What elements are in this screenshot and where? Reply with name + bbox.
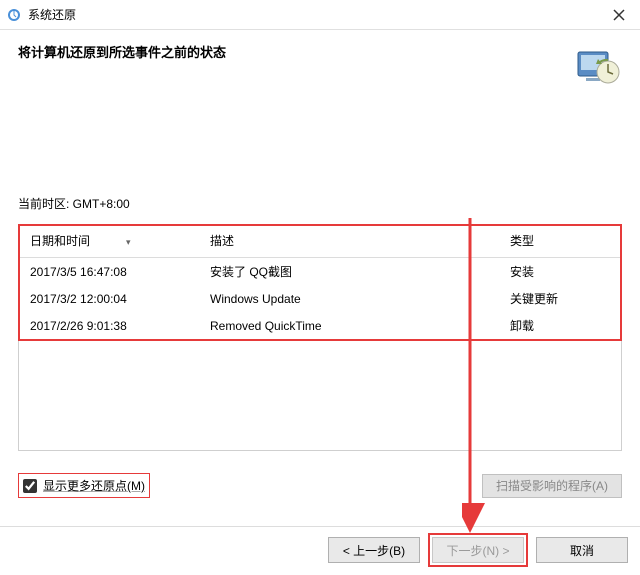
- back-button[interactable]: < 上一步(B): [328, 537, 420, 563]
- options-row: 显示更多还原点(M) 扫描受影响的程序(A): [18, 473, 622, 498]
- titlebar: 系统还原: [0, 0, 640, 30]
- timezone-label: 当前时区: GMT+8:00: [18, 195, 622, 212]
- table-row[interactable]: 2017/3/2 12:00:04 Windows Update 关键更新: [20, 285, 620, 312]
- sort-caret-icon: ▾: [126, 237, 131, 247]
- separator: [0, 526, 640, 527]
- show-more-checkbox[interactable]: [23, 479, 37, 493]
- cell-desc: Removed QuickTime: [200, 312, 500, 339]
- restore-points-table[interactable]: 日期和时间▾ 描述 类型 2017/3/5 16:47:08 安装了 QQ截图 …: [20, 226, 620, 339]
- table-header-row: 日期和时间▾ 描述 类型: [20, 226, 620, 258]
- close-button[interactable]: [604, 0, 634, 30]
- dialog-header: 将计算机还原到所选事件之前的状态: [0, 30, 640, 100]
- cell-type: 关键更新: [500, 285, 620, 312]
- close-icon: [613, 9, 625, 21]
- scan-affected-button: 扫描受影响的程序(A): [482, 474, 622, 498]
- table-empty-area: [18, 341, 622, 451]
- restore-points-highlight: 日期和时间▾ 描述 类型 2017/3/5 16:47:08 安装了 QQ截图 …: [18, 224, 622, 341]
- restore-icon: [572, 42, 622, 92]
- cancel-button[interactable]: 取消: [536, 537, 628, 563]
- show-more-highlight: 显示更多还原点(M): [18, 473, 150, 498]
- cell-type: 安装: [500, 258, 620, 286]
- next-button: 下一步(N) >: [432, 537, 524, 563]
- app-icon: [6, 7, 22, 23]
- table-row[interactable]: 2017/2/26 9:01:38 Removed QuickTime 卸载: [20, 312, 620, 339]
- cell-date: 2017/3/2 12:00:04: [20, 285, 200, 312]
- header-type[interactable]: 类型: [500, 226, 620, 258]
- table-row[interactable]: 2017/3/5 16:47:08 安装了 QQ截图 安装: [20, 258, 620, 286]
- header-date[interactable]: 日期和时间▾: [20, 226, 200, 258]
- show-more-label[interactable]: 显示更多还原点(M): [43, 477, 145, 494]
- cell-desc: Windows Update: [200, 285, 500, 312]
- window-title: 系统还原: [28, 6, 604, 23]
- next-button-highlight: 下一步(N) >: [428, 533, 528, 567]
- cell-type: 卸载: [500, 312, 620, 339]
- wizard-buttons: < 上一步(B) 下一步(N) > 取消: [328, 533, 628, 567]
- cell-date: 2017/3/5 16:47:08: [20, 258, 200, 286]
- dialog-heading: 将计算机还原到所选事件之前的状态: [18, 42, 560, 61]
- header-desc[interactable]: 描述: [200, 226, 500, 258]
- dialog-content: 当前时区: GMT+8:00 日期和时间▾ 描述 类型 2017/3/5 16:…: [0, 195, 640, 498]
- cell-desc: 安装了 QQ截图: [200, 258, 500, 286]
- cell-date: 2017/2/26 9:01:38: [20, 312, 200, 339]
